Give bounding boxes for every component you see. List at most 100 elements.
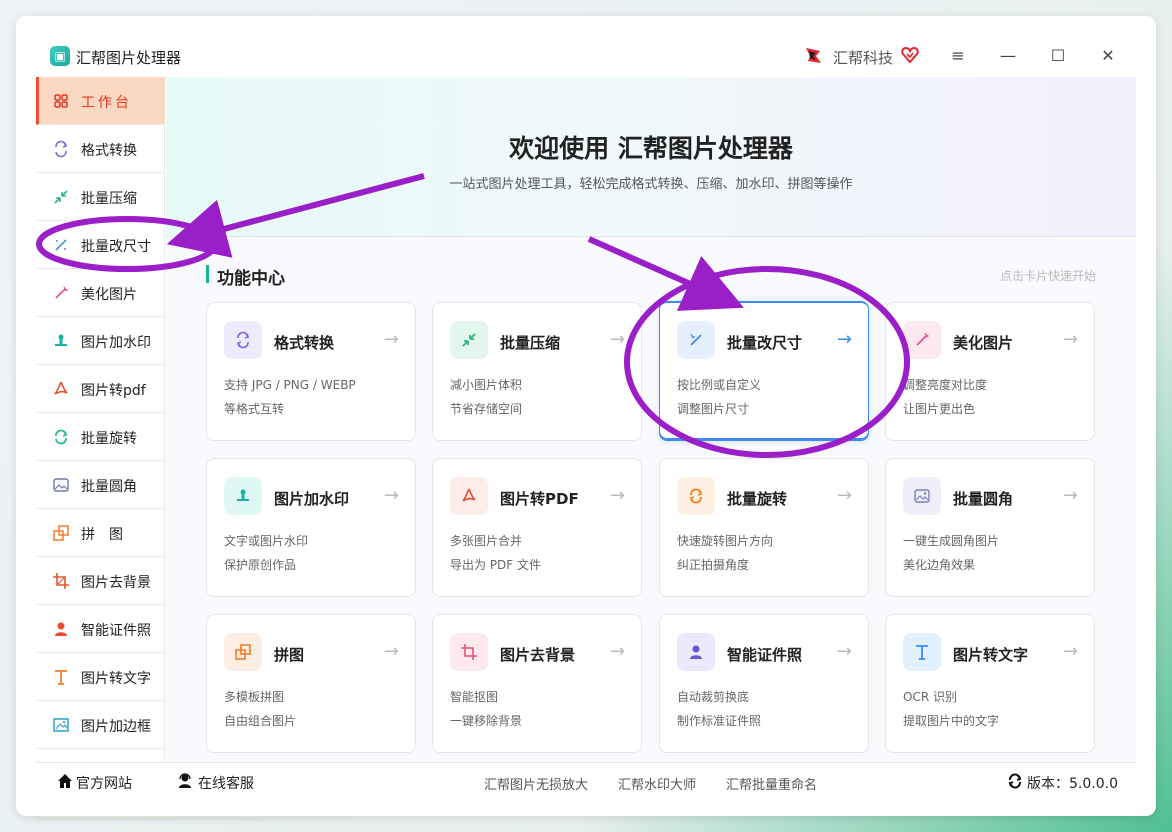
card-round-corner[interactable]: 批量圆角 → 一键生成圆角图片 美化边角效果 [885,458,1095,597]
footer-link-rename[interactable]: 汇帮批量重命名 [726,774,817,793]
brand-logo-icon [806,48,821,63]
official-website-link[interactable]: 官方网站 [76,773,132,793]
footer-link-watermark[interactable]: 汇帮水印大师 [618,774,696,793]
sidebar-item-label: 批量旋转 [81,431,137,447]
card-icon-box [224,633,262,671]
card-batch-resize[interactable]: 批量改尺寸 → 按比例或自定义 调整图片尺寸 [659,301,869,441]
sidebar-item-to-text[interactable]: 图片转文字 [36,653,165,701]
heart-icon[interactable] [900,45,920,65]
card-desc-line1: 智能抠图 [450,690,499,704]
sidebar-item-label: 批量改尺寸 [81,239,151,255]
app-window: ▣ 汇帮图片处理器 汇帮科技 ≡ — ☐ ✕ 工作台 格式转换 批量压缩 批量改… [16,16,1156,816]
sidebar-item-to-pdf[interactable]: 图片转pdf [36,365,165,413]
sidebar-item-label: 图片转文字 [81,671,151,687]
convert-icon [236,331,250,349]
card-icon-box [450,477,488,515]
card-title: 智能证件照 [727,646,803,664]
pdf-icon [54,381,68,395]
title-bar: ▣ 汇帮图片处理器 汇帮科技 ≡ — ☐ ✕ [16,16,1156,76]
card-desc-line1: 文字或图片水印 [224,534,309,548]
sidebar-item-collage[interactable]: 拼 图 [36,509,165,557]
arrow-right-icon: → [1062,485,1078,506]
card-desc-line1: 按比例或自定义 [677,378,762,392]
pdf-icon [462,488,476,502]
section-accent-bar [206,265,209,283]
sidebar-item-remove-bg[interactable]: 图片去背景 [36,557,165,605]
sidebar-item-id-photo[interactable]: 智能证件照 [36,605,165,653]
sidebar-item-watermark[interactable]: 图片加水印 [36,317,165,365]
sidebar-item-add-frame[interactable]: 图片加边框 [36,701,165,749]
card-desc-line2: 让图片更出色 [903,402,976,416]
sidebar-item-round-corner[interactable]: 批量圆角 [36,461,165,509]
footer-link-upscale[interactable]: 汇帮图片无损放大 [484,774,588,793]
maximize-button[interactable]: ☐ [1048,46,1068,66]
card-icon-box [903,477,941,515]
card-desc-line2: 调整图片尺寸 [677,402,750,416]
rotate-icon [55,429,68,445]
close-button[interactable]: ✕ [1098,46,1118,66]
minimize-button[interactable]: — [998,46,1018,66]
card-format-convert[interactable]: 格式转换 → 支持 JPG / PNG / WEBP 等格式互转 [206,302,416,441]
collage-icon [53,525,69,541]
card-desc-line1: 自动裁剪换底 [677,690,750,704]
section-title: 功能中心 [217,269,285,289]
card-desc-line1: OCR 识别 [903,690,957,704]
crop-icon [53,573,69,589]
card-icon-box [450,321,488,359]
card-beautify[interactable]: 美化图片 → 调整亮度对比度 让图片更出色 [885,302,1095,441]
card-desc-line2: 导出为 PDF 文件 [450,558,542,572]
hero-subtitle: 一站式图片处理工具，轻松完成格式转换、压缩、加水印、拼图等操作 [449,177,853,192]
sidebar-item-label: 图片转pdf [81,383,146,399]
main-content: 欢迎使用 汇帮图片处理器 一站式图片处理工具，轻松完成格式转换、压缩、加水印、拼… [166,77,1136,761]
resize-icon [690,333,702,346]
card-title: 图片去背景 [500,646,576,664]
sidebar-item-batch-compress[interactable]: 批量压缩 [36,173,165,221]
horizontal-scrollbar[interactable] [36,816,266,820]
card-desc-line2: 节省存储空间 [450,402,523,416]
card-title: 格式转换 [274,334,335,352]
card-remove-bg[interactable]: 图片去背景 → 智能抠图 一键移除背景 [432,614,642,753]
sidebar-item-label: 格式转换 [81,143,137,159]
arrow-right-icon: → [836,641,852,662]
card-watermark[interactable]: 图片加水印 → 文字或图片水印 保护原创作品 [206,458,416,597]
card-collage[interactable]: 拼图 → 多模板拼图 自由组合图片 [206,614,416,753]
card-batch-rotate[interactable]: 批量旋转 → 快速旋转图片方向 纠正拍摄角度 [659,458,869,597]
card-icon-box [677,633,715,671]
card-batch-compress[interactable]: 批量压缩 → 减小图片体积 节省存储空间 [432,302,642,441]
convert-icon [55,140,68,158]
card-icon-box [903,633,941,671]
menu-button[interactable]: ≡ [948,46,968,66]
card-desc-line2: 一键移除背景 [450,714,523,728]
app-title: 汇帮图片处理器 [76,49,182,67]
sidebar-item-label: 批量压缩 [81,191,137,207]
app-logo-icon: ▣ [50,46,70,66]
card-icon-box [677,477,715,515]
arrow-right-icon: → [836,329,852,350]
card-desc-line2: 美化边角效果 [903,558,976,572]
card-icon-box [450,633,488,671]
arrow-right-icon: → [1062,329,1078,350]
round-corner-icon [53,478,69,492]
arrow-right-icon: → [836,485,852,506]
home-icon [58,774,72,788]
compress-icon [54,190,68,204]
card-to-text[interactable]: 图片转文字 → OCR 识别 提取图片中的文字 [885,614,1095,753]
beautify-icon [55,286,69,299]
refresh-icon [1008,773,1022,789]
grid-icon [54,94,68,108]
card-desc-line1: 支持 JPG / PNG / WEBP [224,378,356,392]
crop-icon [461,644,477,660]
online-service-link[interactable]: 在线客服 [198,773,254,793]
card-to-pdf[interactable]: 图片转PDF → 多张图片合并 导出为 PDF 文件 [432,458,642,597]
watermark-icon [237,489,249,501]
sidebar-item-batch-resize[interactable]: 批量改尺寸 [36,221,165,269]
card-desc-line2: 制作标准证件照 [677,714,762,728]
sidebar-item-format-convert[interactable]: 格式转换 [36,125,165,173]
arrow-right-icon: → [609,641,625,662]
card-desc-line1: 减小图片体积 [450,378,523,392]
sidebar-item-workbench[interactable]: 工作台 [36,77,165,125]
card-id-photo[interactable]: 智能证件照 → 自动裁剪换底 制作标准证件照 [659,614,869,753]
sidebar-item-batch-rotate[interactable]: 批量旋转 [36,413,165,461]
collage-icon [235,644,251,660]
sidebar-item-beautify[interactable]: 美化图片 [36,269,165,317]
